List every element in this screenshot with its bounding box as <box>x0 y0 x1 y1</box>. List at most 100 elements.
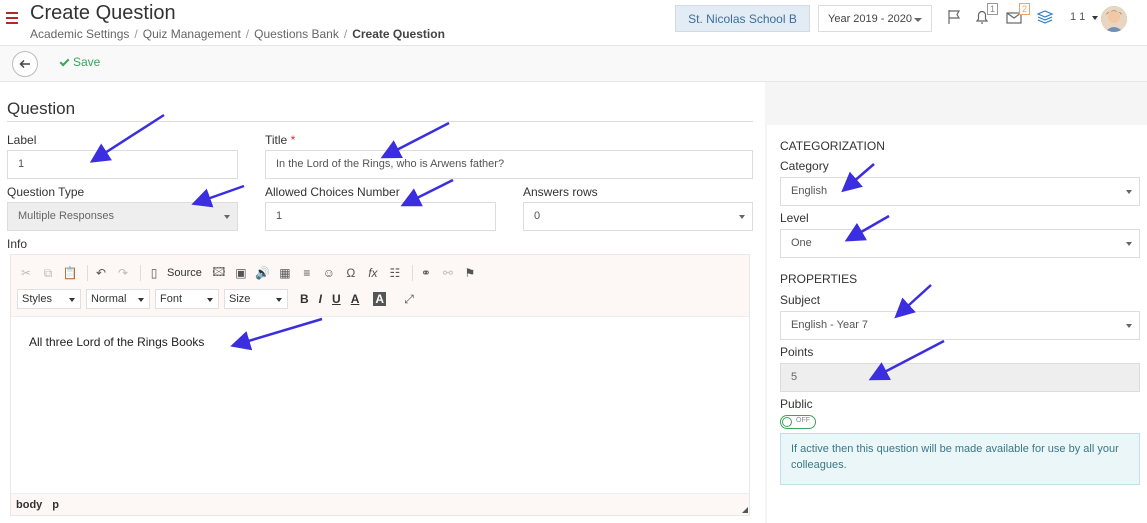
save-button[interactable]: Save <box>59 55 101 69</box>
check-icon <box>59 56 70 67</box>
source-icon[interactable]: ▯ <box>145 265 163 281</box>
flag-icon[interactable] <box>945 8 963 26</box>
breadcrumb-separator: / <box>134 27 138 41</box>
cut-icon[interactable]: ✂ <box>17 265 35 281</box>
action-bar: Save <box>0 45 1147 82</box>
editor-content[interactable]: All three Lord of the Rings Books <box>29 335 204 349</box>
image-upload-icon[interactable]: ▣ <box>232 265 250 281</box>
page-title: Create Question <box>30 2 176 24</box>
subject-value: English - Year 7 <box>791 319 869 331</box>
answers-rows-select[interactable]: 0 <box>523 202 753 231</box>
source-button[interactable]: Source <box>167 267 202 279</box>
chevron-down-icon <box>207 298 213 302</box>
smiley-icon[interactable]: ☺ <box>320 265 338 281</box>
arrow-left-icon <box>19 59 30 69</box>
info-alert: If active then this question will be mad… <box>780 433 1140 485</box>
mail-icon[interactable]: 2 <box>1005 3 1030 26</box>
breadcrumb-item[interactable]: Academic Settings <box>30 27 129 41</box>
unlink-icon[interactable]: ⚯ <box>439 265 457 281</box>
label-input[interactable]: 1 <box>7 150 238 179</box>
horizontal-line-icon[interactable]: ≡ <box>298 265 316 281</box>
back-button[interactable] <box>12 51 38 77</box>
user-number[interactable]: 1 1 <box>1070 11 1085 23</box>
styles-label: Styles <box>22 293 52 305</box>
menu-icon[interactable] <box>6 12 18 24</box>
notification-badge: 1 <box>986 3 998 15</box>
link-icon[interactable]: ⚭ <box>417 265 435 281</box>
message-badge: 2 <box>1018 3 1030 15</box>
save-label: Save <box>73 55 101 69</box>
chevron-down-icon <box>138 298 144 302</box>
copy-icon[interactable]: ⧉ <box>39 265 57 281</box>
italic-button[interactable]: I <box>319 292 322 306</box>
question-type-select: Multiple Responses <box>7 202 238 231</box>
allowed-choices-input[interactable]: 1 <box>265 202 496 231</box>
layers-icon[interactable] <box>1036 8 1054 26</box>
breadcrumb: Academic Settings / Quiz Management / Questi… <box>30 27 445 41</box>
path-p[interactable]: p <box>52 499 59 511</box>
chevron-down-icon <box>1126 324 1132 328</box>
public-toggle[interactable]: OFF <box>780 415 816 429</box>
question-form: Question Label 1 Title * In the Lord of … <box>0 82 765 523</box>
size-combo[interactable]: Size <box>224 289 288 309</box>
level-select[interactable]: One <box>780 229 1140 258</box>
divider <box>7 121 753 122</box>
chevron-down-icon <box>224 215 230 219</box>
maximize-icon[interactable]: ⤢ <box>400 291 418 307</box>
year-selector[interactable]: Year 2019 - 2020 <box>818 5 932 32</box>
paste-icon[interactable]: 📋 <box>61 265 79 281</box>
category-select[interactable]: English <box>780 177 1140 206</box>
title-input[interactable]: In the Lord of the Rings, who is Arwens … <box>265 150 753 179</box>
bell-icon[interactable]: 1 <box>973 3 998 26</box>
font-combo[interactable]: Font <box>155 289 219 309</box>
anchor-flag-icon[interactable]: ⚑ <box>461 265 479 281</box>
resize-handle[interactable] <box>742 507 748 513</box>
answers-rows-label: Answers rows <box>523 185 598 199</box>
answers-rows-value: 0 <box>534 210 541 222</box>
image-icon[interactable]: 🖾 <box>210 265 228 281</box>
chevron-down-icon[interactable] <box>1092 16 1098 20</box>
properties-panel: CATEGORIZATION Category English Level On… <box>767 125 1147 523</box>
toggle-state: OFF <box>796 417 810 424</box>
title-label-text: Title <box>265 133 288 147</box>
toggle-knob <box>782 417 792 427</box>
chevron-down-icon <box>739 215 745 219</box>
breadcrumb-item[interactable]: Quiz Management <box>143 27 241 41</box>
question-type-label: Question Type <box>7 185 85 199</box>
bold-button[interactable]: B <box>300 292 309 306</box>
app-header: Create Question Academic Settings / Quiz M… <box>0 0 1147 45</box>
toolbar-separator <box>411 265 413 281</box>
toolbar-separator <box>140 265 141 281</box>
underline-button[interactable]: U <box>332 292 341 306</box>
breadcrumb-item[interactable]: Questions Bank <box>254 27 339 41</box>
breadcrumb-separator: / <box>245 27 250 41</box>
public-label: Public <box>780 397 813 411</box>
chevron-down-icon <box>1126 190 1132 194</box>
formula-icon[interactable]: fx <box>364 265 382 281</box>
styles-combo[interactable]: Styles <box>17 289 81 309</box>
year-label: Year 2019 - 2020 <box>828 13 912 25</box>
info-label: Info <box>7 237 28 251</box>
school-selector[interactable]: St. Nicolas School B <box>675 5 810 32</box>
question-type-value: Multiple Responses <box>18 210 114 222</box>
chevron-down-icon <box>1126 242 1132 246</box>
format-combo[interactable]: Normal <box>86 289 150 309</box>
list-icon[interactable]: ☷ <box>386 265 404 281</box>
audio-icon[interactable]: 🔊 <box>254 265 272 281</box>
category-value: English <box>791 185 828 197</box>
font-label: Font <box>160 293 183 305</box>
table-icon[interactable]: ▦ <box>276 265 294 281</box>
chevron-down-icon <box>69 298 75 302</box>
bg-color-button[interactable]: A <box>373 292 387 306</box>
editor-path-bar: body p <box>11 493 749 515</box>
size-label: Size <box>229 293 251 305</box>
rich-text-editor: ✂ ⧉ 📋 ↶ ↷ ▯ Source 🖾 ▣ 🔊 ▦ ≡ ☺ Ω fx ☷ ⚭ <box>10 254 750 516</box>
undo-icon[interactable]: ↶ <box>92 265 110 281</box>
subject-select[interactable]: English - Year 7 <box>780 311 1140 340</box>
special-char-icon[interactable]: Ω <box>342 265 360 281</box>
path-body[interactable]: body <box>16 499 42 511</box>
text-color-button[interactable]: A <box>351 292 360 306</box>
redo-icon[interactable]: ↷ <box>114 265 132 281</box>
breadcrumb-separator: / <box>343 27 348 41</box>
avatar[interactable] <box>1101 6 1127 32</box>
